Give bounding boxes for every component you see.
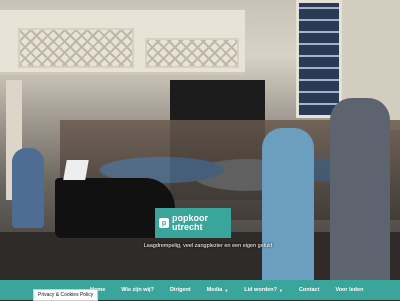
singer (330, 98, 390, 280)
nav-item-label: Voor leden (335, 287, 364, 293)
singer (262, 128, 314, 280)
nav-item-lid-worden[interactable]: Lid worden? ▼ (236, 287, 291, 293)
nav-item-wie-zijn-wij[interactable]: Wie zijn wij? (113, 287, 162, 293)
balcony (0, 10, 245, 75)
nav-item-voor-leden[interactable]: Voor leden (327, 287, 371, 293)
conductor (12, 148, 44, 228)
nav-item-label: Dirigent (169, 287, 191, 293)
nav-item-label: Wie zijn wij? (121, 287, 154, 293)
site-logo[interactable]: p popkoor utrecht (155, 208, 231, 238)
balcony-railing (18, 28, 134, 68)
logo-badge-letter: p (161, 219, 167, 227)
logo-text-line2: utrecht (172, 222, 203, 232)
chevron-down-icon: ▼ (278, 287, 283, 293)
nav-item-media[interactable]: Media ▼ (199, 287, 237, 293)
sheet-music (63, 160, 89, 180)
hero-tagline: Laagdrempelig, veel zangplezier en een e… (143, 243, 273, 249)
nav-item-contact[interactable]: Contact (291, 287, 327, 293)
chevron-down-icon: ▼ (224, 287, 229, 293)
nav-item-label: Media (206, 287, 223, 293)
privacy-cookies-link[interactable]: Privacy & Cookies Policy (33, 289, 99, 301)
hero-photo (0, 0, 400, 280)
balcony-railing (145, 38, 239, 68)
nav-item-label: Lid worden? (244, 287, 277, 293)
stained-glass-window (296, 0, 342, 118)
nav-item-dirigent[interactable]: Dirigent (162, 287, 199, 293)
nav-item-label: Contact (298, 287, 320, 293)
logo-badge-icon: p (159, 218, 169, 228)
